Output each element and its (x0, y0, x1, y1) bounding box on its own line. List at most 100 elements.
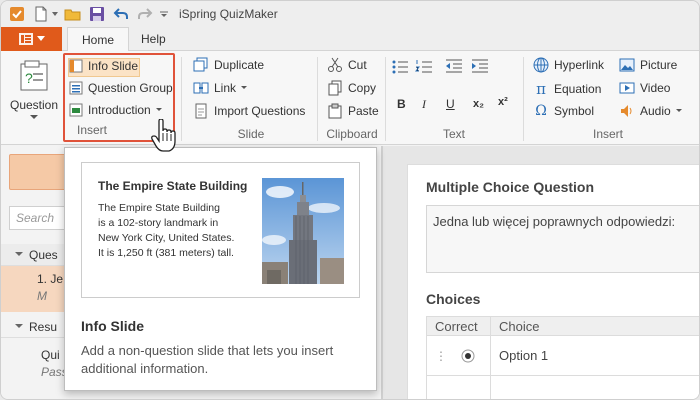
info-slide-icon (69, 59, 83, 73)
equation-button[interactable]: π Equation (533, 80, 601, 98)
audio-button[interactable]: Audio (619, 103, 682, 119)
equation-label: Equation (554, 82, 602, 96)
info-slide-button[interactable]: Info Slide (69, 59, 138, 73)
paste-label: Paste (348, 104, 379, 118)
choice-text[interactable]: Option 1 (491, 348, 548, 363)
subscript-button[interactable]: x₂ (473, 98, 484, 110)
question-group-label: Question Group (88, 81, 173, 95)
tooltip-description-line: Add a non-question slide that lets you i… (81, 343, 334, 358)
question-icon: ? (20, 60, 48, 91)
picture-icon (619, 58, 635, 72)
drag-handle-icon[interactable]: ⋮ (435, 349, 447, 363)
divider (385, 57, 386, 141)
chevron-down-icon (155, 108, 162, 111)
duplicate-button[interactable]: Duplicate (193, 57, 264, 73)
preview-body-line: is a 102-story landmark in (98, 217, 219, 229)
section-questions[interactable]: Ques (1, 244, 67, 266)
import-icon (195, 103, 207, 119)
bold-button[interactable]: B (397, 97, 406, 111)
list-item[interactable]: Qui Pass (1, 344, 68, 384)
hyperlink-label: Hyperlink (554, 58, 605, 72)
undo-icon[interactable] (111, 4, 131, 24)
new-file-icon[interactable] (31, 4, 51, 24)
cut-button[interactable]: Cut (327, 57, 367, 73)
table-row (426, 376, 699, 399)
section-results[interactable]: Resu (1, 316, 67, 338)
picture-button[interactable]: Picture (619, 57, 677, 73)
list-item-selected[interactable]: 1. Je M (1, 266, 67, 312)
dropdown-arrow-icon[interactable] (51, 4, 59, 24)
preview-body-line: The Empire State Building (98, 202, 220, 214)
save-icon[interactable] (87, 4, 107, 24)
insert-media-group-label: Insert (592, 127, 623, 141)
preview-body-line: New York City, United States. (98, 232, 235, 244)
omega-icon: Ω (535, 103, 547, 119)
empire-state-building-image (262, 178, 344, 284)
preview-body: The Empire State Building is a 102-story… (98, 201, 234, 261)
tab-help[interactable]: Help (127, 27, 180, 52)
numbered-list-icon (415, 60, 432, 73)
picture-label: Picture (640, 58, 678, 72)
search-input[interactable]: Search (9, 206, 69, 230)
tooltip-description: Add a non-question slide that lets you i… (81, 342, 333, 378)
table-row: ⋮ Option 1 (426, 335, 699, 376)
increase-indent-button[interactable] (471, 59, 489, 75)
link-label: Link (214, 81, 237, 95)
menu-icon (18, 33, 33, 45)
divider (317, 57, 318, 141)
chevron-down-icon (15, 252, 23, 256)
decrease-indent-button[interactable] (445, 59, 463, 75)
copy-label: Copy (348, 81, 377, 95)
question-button[interactable]: ? Question (9, 59, 59, 120)
tab-home[interactable]: Home (67, 27, 130, 52)
symbol-button[interactable]: Ω Symbol (533, 103, 594, 119)
audio-label: Audio (640, 104, 671, 118)
video-button[interactable]: Video (619, 80, 670, 96)
add-slide-button[interactable] (9, 154, 69, 190)
paste-button[interactable]: Paste (327, 103, 379, 119)
question-text-field[interactable]: Jedna lub więcej poprawnych odpowiedzi: (426, 205, 699, 273)
app-title: iSpring QuizMaker (179, 7, 278, 21)
italic-button[interactable]: I (422, 97, 426, 112)
chevron-down-icon (30, 115, 38, 119)
info-slide-preview: The Empire State Building The Empire Sta… (81, 162, 360, 298)
link-button[interactable]: Link (193, 80, 248, 96)
chevron-down-icon (15, 324, 23, 328)
hyperlink-button[interactable]: Hyperlink (533, 57, 604, 73)
text-group-label: Text (442, 127, 465, 141)
superscript-button[interactable]: x² (498, 96, 508, 108)
search-placeholder: Search (16, 211, 55, 225)
file-menu-button[interactable] (1, 27, 62, 51)
question-type-title: Multiple Choice Question (426, 179, 595, 195)
copy-icon (328, 80, 342, 96)
preview-title: The Empire State Building (98, 179, 248, 193)
tooltip-title: Info Slide (81, 318, 144, 334)
choices-header: Correct Choice (426, 316, 699, 336)
introduction-icon (69, 103, 83, 117)
chevron-down-icon (36, 36, 45, 41)
app-window: iSpring QuizMaker Home Help ? Question I… (0, 0, 700, 400)
underline-button[interactable]: U (446, 97, 455, 111)
duplicate-label: Duplicate (214, 58, 265, 72)
redo-icon[interactable] (135, 4, 155, 24)
indent-icon (472, 59, 488, 73)
bulleted-list-button[interactable] (391, 59, 409, 75)
customize-toolbar-icon[interactable] (159, 4, 169, 24)
import-questions-label: Import Questions (214, 104, 306, 118)
title-bar: iSpring QuizMaker (1, 1, 699, 27)
svg-text:?: ? (25, 70, 33, 86)
correct-radio[interactable] (461, 349, 475, 363)
copy-button[interactable]: Copy (327, 80, 376, 96)
introduction-button[interactable]: Introduction (69, 103, 162, 117)
question-group-button[interactable]: Question Group (69, 81, 173, 95)
list-item-subtitle: M (37, 289, 47, 303)
hand-cursor-icon (151, 119, 176, 152)
video-label: Video (640, 81, 671, 95)
import-questions-button[interactable]: Import Questions (193, 103, 305, 119)
question-label: Question (9, 98, 59, 112)
open-folder-icon[interactable] (63, 4, 83, 24)
choices-title: Choices (426, 291, 481, 307)
ribbon: ? Question Info Slide Question Group Int… (1, 51, 699, 145)
pi-icon: π (536, 80, 546, 98)
numbered-list-button[interactable] (415, 59, 433, 75)
